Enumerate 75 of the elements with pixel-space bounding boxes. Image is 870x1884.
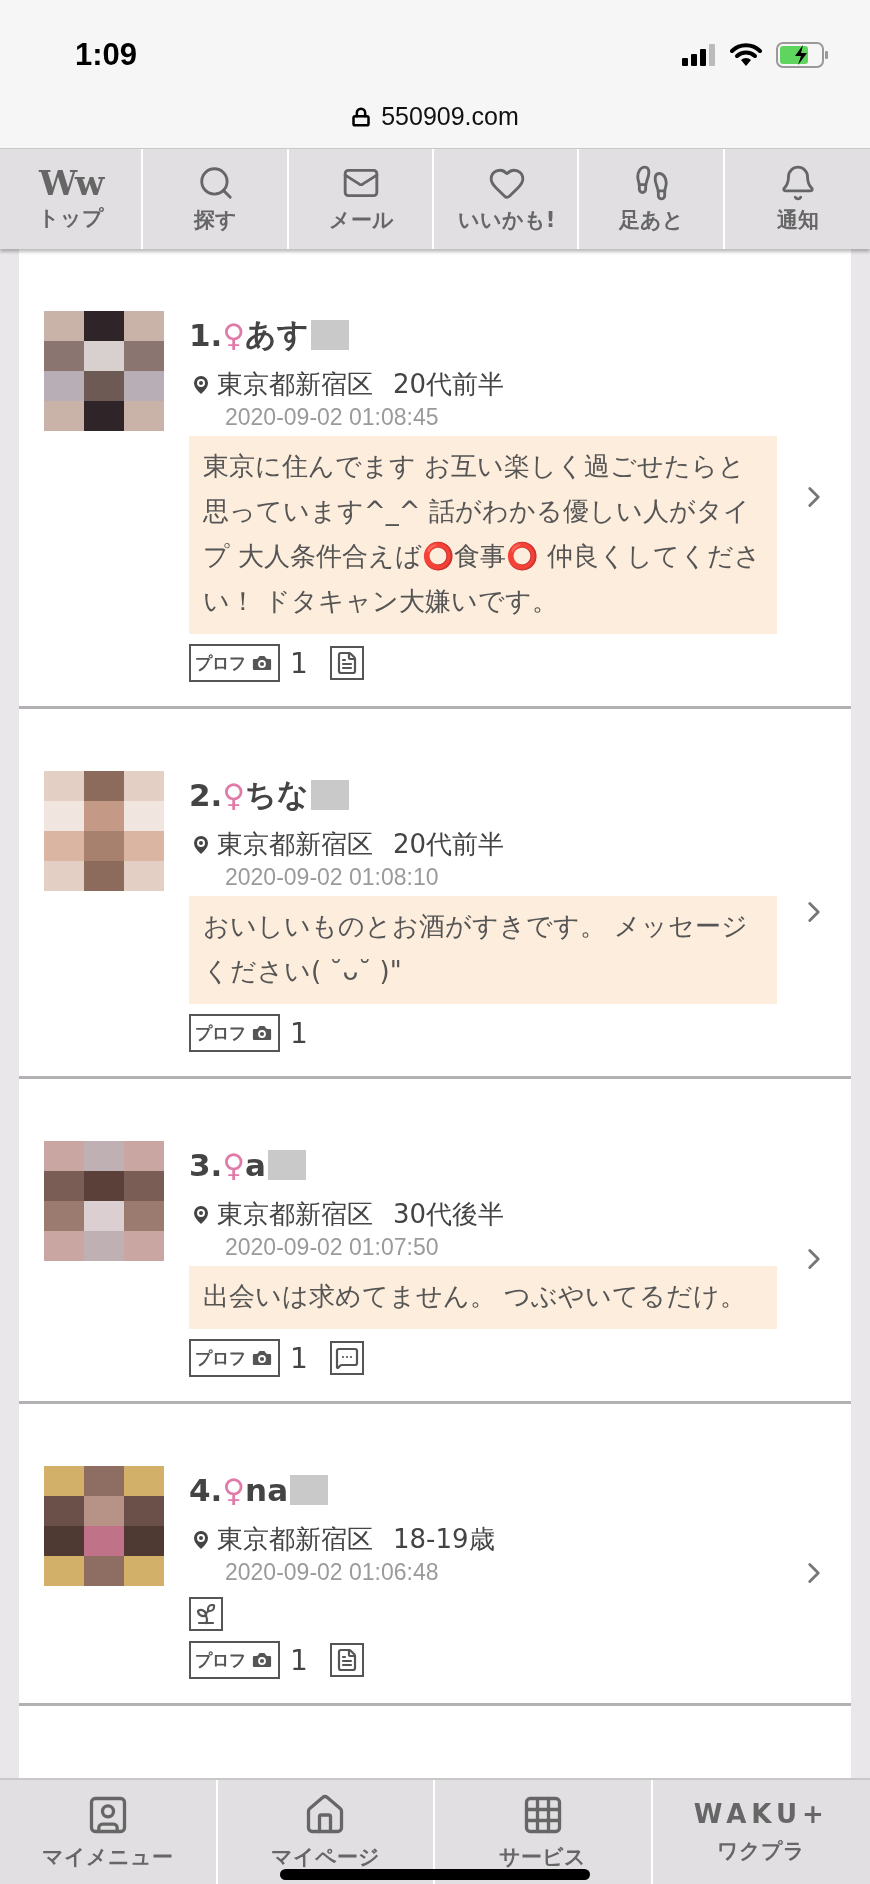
badge-label: プロフ — [195, 651, 246, 675]
photo-count: 1 — [290, 1016, 308, 1050]
user-name: na — [245, 1472, 289, 1508]
mosaic-mask — [311, 320, 350, 350]
mosaic-mask — [290, 1475, 329, 1505]
clock-time: 1:09 — [75, 37, 138, 73]
badge-label: プロフ — [195, 1021, 246, 1045]
footprints-icon — [633, 164, 671, 202]
nav-tab[interactable]: 通知 — [726, 149, 870, 249]
nav-label: マイメニュー — [42, 1844, 174, 1871]
rank-number: 2. — [189, 777, 223, 813]
badge-label: プロフ — [195, 1648, 246, 1672]
message-text: 出会いは求めてません。 つぶやいてるだけ。 — [189, 1266, 777, 1329]
profile-card[interactable]: 3.♀a 東京都新宿区 30代後半 2020-09-02 01:07:50 出会いは求めてません。 つぶやいてるだけ。 プロフ 1 — [19, 1079, 851, 1404]
chat-icon — [329, 1341, 364, 1375]
female-symbol: ♀ — [222, 1147, 246, 1183]
rank-number: 3. — [189, 1147, 223, 1183]
user-name: あす — [245, 315, 310, 354]
badge-label: プロフ — [195, 1346, 246, 1370]
wifi-icon — [730, 43, 762, 67]
location-text: 東京都新宿区 — [217, 368, 373, 401]
photo-count: 1 — [290, 646, 308, 680]
location-text: 東京都新宿区 — [217, 1198, 373, 1231]
age-text: 20代前半 — [393, 828, 505, 861]
user-name: ちな — [245, 775, 310, 814]
nav-label: 探す — [194, 207, 238, 234]
nav-label: 足あと — [619, 207, 685, 234]
site-logo: Ww — [38, 166, 103, 200]
nav-tab[interactable]: Ww トップ — [0, 149, 144, 249]
waku-logo: WAKU+ — [693, 1799, 829, 1831]
female-symbol: ♀ — [222, 777, 246, 813]
message-text: 東京に住んでます お互い楽しく過ごせたらと思っています^_^ 話がわかる優しい人がタイプ 大人条件合えば⭕食事⭕ 仲良くしてください！ ドタキャン大嫌いです。 — [189, 436, 777, 634]
age-text: 20代前半 — [393, 368, 505, 401]
profile-card[interactable]: 2.♀ちな 東京都新宿区 20代前半 2020-09-02 01:08:10 おいしいものとお酒がすきです。 メッセージください( ˘ᴗ˘ )" プロフ 1 — [19, 709, 851, 1079]
mosaic-mask — [268, 1150, 306, 1180]
nav-tab[interactable]: 探す — [145, 149, 289, 249]
profile-card[interactable]: 4.♀na 東京都新宿区 18-19歳 2020-09-02 01:06:48 プロフ 1 — [19, 1404, 851, 1706]
nav-label: ワクプラ — [717, 1837, 806, 1865]
search-icon — [197, 164, 235, 202]
photo-count: 1 — [290, 1643, 308, 1677]
battery-icon — [776, 42, 830, 68]
timestamp: 2020-09-02 01:06:48 — [225, 1558, 440, 1587]
age-text: 30代後半 — [393, 1198, 505, 1231]
nav-label: メール — [328, 207, 394, 234]
nav-tab[interactable]: 足あと — [581, 149, 725, 249]
timestamp: 2020-09-02 01:08:10 — [225, 863, 440, 892]
lock-icon — [351, 106, 372, 127]
female-symbol: ♀ — [222, 1472, 246, 1508]
user-name: a — [245, 1147, 266, 1183]
timestamp: 2020-09-02 01:08:45 — [225, 403, 440, 432]
message-text: おいしいものとお酒がすきです。 メッセージください( ˘ᴗ˘ )" — [189, 896, 777, 1004]
location-text: 東京都新宿区 — [217, 828, 373, 861]
profile-card[interactable]: 1.♀あす 東京都新宿区 20代前半 2020-09-02 01:08:45 東京に住んでます お互い楽しく過ごせたらと思っています^_^ 話がわかる優しい人がタイプ 大人条件合えば⭕食事⭕ 仲良くしてください！ ドタキャン大嫌いです。 プロフ 1 — [19, 249, 851, 709]
nav-tab[interactable]: メール — [290, 149, 434, 249]
nav-label: トップ — [37, 205, 104, 232]
nav-label: いいかも! — [457, 207, 556, 234]
document-icon — [329, 646, 364, 680]
age-text: 18-19歳 — [393, 1523, 495, 1556]
bottom-nav-item[interactable]: マイメニュー — [0, 1780, 218, 1884]
signal-icon — [682, 44, 716, 66]
timestamp: 2020-09-02 01:07:50 — [225, 1233, 440, 1262]
photo-count: 1 — [290, 1341, 308, 1375]
mosaic-mask — [311, 780, 350, 810]
nav-label: サービス — [499, 1844, 587, 1871]
nav-label: マイページ — [270, 1844, 380, 1871]
url-text[interactable]: 550909.com — [381, 102, 519, 131]
nav-label: 通知 — [777, 207, 820, 234]
sprout-icon — [189, 1597, 223, 1631]
rank-number: 1. — [189, 317, 223, 353]
document-icon — [329, 1643, 364, 1677]
nav-tab[interactable]: いいかも! — [436, 149, 580, 249]
location-text: 東京都新宿区 — [217, 1523, 373, 1556]
bottom-nav-item[interactable]: WAKU+ ワクプラ — [652, 1780, 870, 1884]
female-symbol: ♀ — [222, 317, 246, 353]
rank-number: 4. — [189, 1472, 223, 1508]
